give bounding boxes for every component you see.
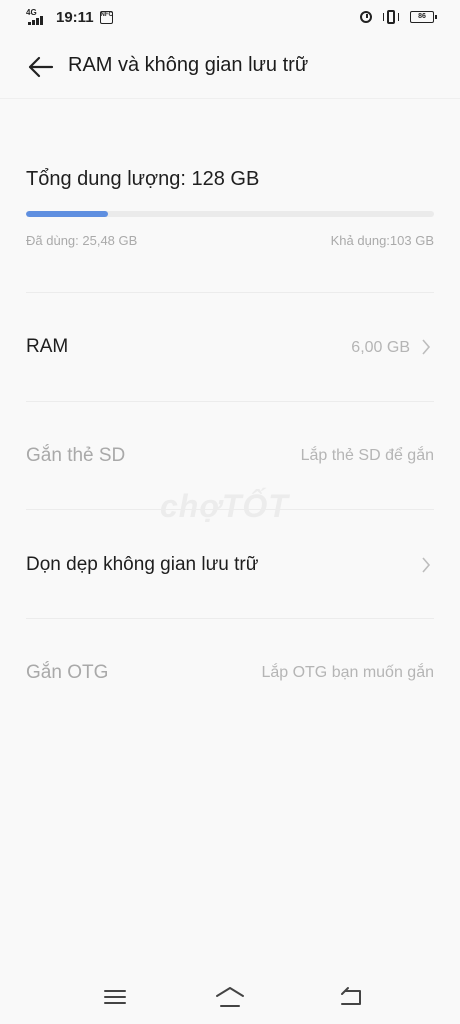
- status-left: 4G 19:11 NFC: [26, 8, 113, 27]
- navigation-bar: [0, 970, 460, 1024]
- otg-hint: Lắp OTG bạn muốn gắn: [261, 664, 434, 681]
- alarm-icon: [360, 11, 372, 23]
- cleanup-storage-label: Dọn dẹp không gian lưu trữ: [26, 554, 259, 575]
- total-storage-label: Tổng dung lượng: 128 GB: [26, 168, 260, 190]
- divider: [26, 292, 434, 293]
- ram-value: 6,00 GB: [351, 339, 410, 356]
- network-signal-icon: 4G: [26, 8, 48, 26]
- battery-icon: 86: [410, 11, 437, 23]
- nfc-icon: NFC: [99, 11, 113, 24]
- used-storage-label: Đã dùng: 25,48 GB: [26, 233, 138, 248]
- divider: [26, 618, 434, 619]
- watermark-logo: chợTỐT: [160, 488, 289, 524]
- storage-progress-fill: [26, 211, 108, 217]
- sd-card-hint: Lắp thẻ SD để gắn: [300, 447, 434, 464]
- otg-label: Gắn OTG: [26, 662, 109, 683]
- chevron-right-icon: [420, 556, 432, 574]
- vibrate-icon: [382, 10, 400, 24]
- back-icon[interactable]: [338, 984, 368, 1010]
- app-header: RAM và không gian lưu trữ: [0, 36, 460, 99]
- available-storage-label: Khả dụng:103 GB: [330, 233, 434, 248]
- sd-card-label: Gắn thẻ SD: [26, 445, 126, 466]
- status-right: 86: [360, 10, 437, 24]
- status-time: 19:11: [56, 9, 94, 26]
- back-arrow-icon[interactable]: [26, 52, 56, 82]
- menu-icon[interactable]: [102, 984, 132, 1010]
- page-title: RAM và không gian lưu trữ: [68, 54, 309, 76]
- ram-label: RAM: [26, 336, 69, 357]
- home-icon[interactable]: [214, 984, 244, 1010]
- divider: [26, 401, 434, 402]
- status-bar: 4G 19:11 NFC 86: [0, 0, 460, 36]
- storage-progress-bar: [26, 211, 434, 217]
- chevron-right-icon: [420, 338, 432, 356]
